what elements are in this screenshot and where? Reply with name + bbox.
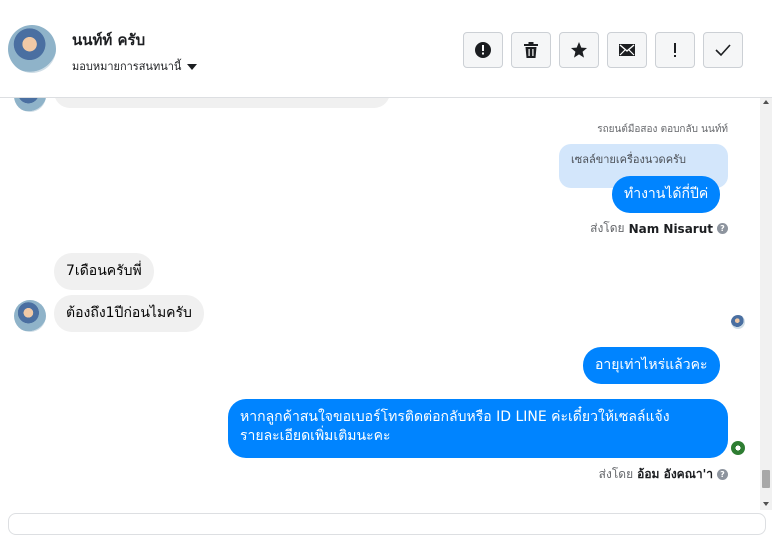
mark-unread-button[interactable] <box>607 32 647 68</box>
sent-by-prefix: ส่งโดย <box>590 221 625 235</box>
sent-by-label: ส่งโดย Nam Nisarut ? <box>590 219 728 238</box>
quoted-message-text: เซลล์ขายเครื่องนวดครับ <box>571 153 686 166</box>
sent-by-prefix: ส่งโดย <box>598 467 634 481</box>
message-thread[interactable]: รถยนต์มือสอง ตอบกลับ นนท์ท์ เซลล์ขายเครื… <box>0 98 760 510</box>
envelope-icon <box>619 44 635 56</box>
mark-spam-button[interactable] <box>463 32 503 68</box>
assign-label: มอบหมายการสนทนานี้ <box>72 60 182 73</box>
reply-context-note: รถยนต์มือสอง ตอบกลับ นนท์ท์ <box>597 124 728 135</box>
contact-avatar[interactable] <box>8 25 56 73</box>
scrollbar-thumb[interactable] <box>762 470 770 488</box>
mark-done-button[interactable] <box>703 32 743 68</box>
check-icon <box>715 44 731 57</box>
outgoing-message[interactable]: หากลูกค้าสนใจขอเบอร์โทรติดต่อกลับหรือ ID… <box>228 399 728 458</box>
scroll-down-arrow-icon[interactable] <box>763 502 769 506</box>
agent-avatar <box>731 441 745 455</box>
outgoing-message[interactable]: ทำงานได้กี่ปีค่ <box>612 176 721 213</box>
follow-up-button[interactable] <box>655 32 695 68</box>
help-icon[interactable]: ? <box>717 223 728 234</box>
seen-avatar <box>731 315 745 329</box>
contact-avatar-small <box>14 98 46 112</box>
outgoing-message-line: หากลูกค้าสนใจขอเบอร์โทรติดต่อกลับหรือ ID… <box>240 409 670 425</box>
sent-by-label: ส่งโดย อ้อม อังคณา'า ? <box>599 465 728 484</box>
conversation-header: นนท์ท์ ครับ มอบหมายการสนทนานี้ <box>0 0 772 98</box>
conversation-toolbar <box>463 32 743 68</box>
caret-down-icon <box>187 64 198 70</box>
contact-avatar-small <box>14 300 46 332</box>
alert-circle-icon <box>475 42 491 58</box>
trash-icon <box>524 42 538 58</box>
incoming-message[interactable]: ต้องถึง1ปีก่อนไมครับ <box>54 295 204 332</box>
star-button[interactable] <box>559 32 599 68</box>
message-composer[interactable] <box>8 513 766 535</box>
incoming-message[interactable]: 7เดือนครับพี่ <box>54 253 154 290</box>
star-icon <box>571 42 587 58</box>
sender-name: อ้อม อังคณา'า <box>637 467 713 481</box>
exclamation-icon <box>674 43 676 57</box>
outgoing-message[interactable]: อายุเท่าไหร่แล้วคะ <box>583 347 720 384</box>
delete-button[interactable] <box>511 32 551 68</box>
help-icon[interactable]: ? <box>717 469 728 480</box>
outgoing-message-line: รายละเอียดเพิ่มเติมนะคะ <box>240 428 391 444</box>
incoming-message-partial <box>54 98 390 108</box>
sender-name: Nam Nisarut <box>628 221 713 236</box>
thread-scrollbar[interactable] <box>760 98 772 510</box>
scroll-up-arrow-icon[interactable] <box>763 100 769 104</box>
contact-name[interactable]: นนท์ท์ ครับ <box>72 28 145 52</box>
assign-conversation-dropdown[interactable]: มอบหมายการสนทนานี้ <box>72 57 198 75</box>
